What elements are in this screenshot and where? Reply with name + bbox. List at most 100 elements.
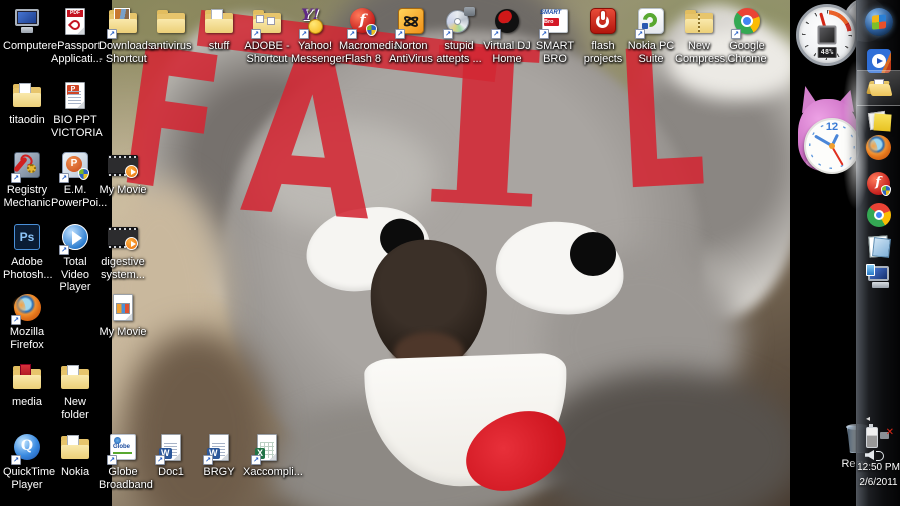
shortcut-arrow-icon: ↗ — [11, 315, 21, 325]
desktop-icon-bio-ppt-victoria[interactable]: P BIO PPT VICTORIA — [51, 80, 103, 139]
shortcut-arrow-icon: ↗ — [203, 455, 213, 465]
desktop-icon-media[interactable]: media — [3, 362, 51, 409]
shortcut-arrow-icon: ↗ — [251, 29, 261, 39]
desktop-icon-label: ePassport Applicati... — [51, 40, 102, 65]
quicktime-icon: Q ↗ — [10, 432, 44, 465]
nokiapc-icon: ↗ — [634, 6, 668, 39]
taskbar-button-flash[interactable]: f — [865, 170, 893, 198]
computer-icon — [10, 6, 44, 38]
desktop-icon-macromedia-flash-8[interactable]: f ↗ Macromedia Flash 8 — [339, 6, 400, 65]
desktop-icon-label: Mozilla Firefox — [9, 326, 45, 351]
filmclip-icon — [106, 150, 140, 182]
photoshop-icon: Ps — [10, 222, 44, 254]
shortcut-arrow-icon: ↗ — [107, 455, 117, 465]
taskbar-button-pc-network[interactable] — [865, 262, 893, 290]
desktop-icon-smart-bro[interactable]: SMART Bro ↗ SMART BRO — [531, 6, 579, 65]
desktop-icon-mozilla-firefox[interactable]: ↗ Mozilla Firefox — [3, 292, 51, 351]
tray-clock-time[interactable]: 12:50 PM — [857, 462, 900, 473]
desktop-icon-adobe-shortcut[interactable]: ↗ ADOBE - Shortcut — [243, 6, 291, 65]
firefox-icon — [865, 134, 893, 162]
desktop-icon-xaccompli[interactable]: X ↗ Xaccompli... — [243, 432, 303, 479]
desktop-icon-digestive-system[interactable]: digestive system... — [99, 222, 147, 281]
desktop-icon-doc1[interactable]: W ↗ Doc1 — [147, 432, 195, 479]
desktop-icon-label: ADOBE - Shortcut — [244, 40, 290, 65]
taskbar-button-notepad[interactable] — [865, 232, 893, 260]
cpu-gauge-icon: 48% — [796, 4, 858, 66]
taskbar-button-windows-explorer[interactable] — [865, 74, 893, 102]
shortcut-arrow-icon: ↗ — [347, 29, 357, 39]
yahoo-icon: Y! ↗ — [298, 6, 332, 39]
desktop-icon-label: Norton AntiVirus — [389, 40, 433, 65]
desktop-icon-computer[interactable]: Computer — [3, 6, 51, 53]
folderimg-icon: ↗ — [106, 6, 140, 39]
tools-icon: ↗ — [10, 150, 44, 183]
desktop-icon-nokia-pc-suite[interactable]: ↗ Nokia PC Suite — [627, 6, 675, 65]
mmdoc-icon — [106, 292, 140, 324]
shortcut-arrow-icon: ↗ — [251, 455, 261, 465]
desktop-icon-stupid-attepts[interactable]: ↗ stupid attepts ... — [435, 6, 483, 65]
desktop-icon-stuff[interactable]: stuff — [195, 6, 243, 53]
taskbar[interactable]: f ◂ ✕ 12:50 PM 2/6/2011 — [843, 0, 900, 506]
desktop-icon-new-folder[interactable]: New folder — [51, 362, 99, 421]
desktop-icon-globe-broadband[interactable]: Globe ↗ Globe Broadband — [99, 432, 153, 491]
norton-icon: ↗ — [394, 6, 428, 39]
desktop-icon-label: My Movie — [99, 326, 147, 338]
shortcut-arrow-icon: ↗ — [491, 29, 501, 39]
desktop-icon-label: stuff — [208, 40, 230, 52]
show-hidden-icons-arrow[interactable]: ◂ — [866, 414, 870, 423]
taskbar-button-sticky-notes[interactable] — [865, 106, 893, 134]
desktop-icon-quicktime-player[interactable]: Q ↗ QuickTime Player — [3, 432, 56, 491]
desktop-icon-yahoo-messenger[interactable]: Y! ↗ Yahoo! Messenger — [291, 6, 345, 65]
cpu-usage-readout: 48% — [817, 47, 837, 58]
desktop-icon-total-video-player[interactable]: ↗ Total Video Player — [51, 222, 99, 294]
flash-icon: f — [865, 170, 893, 198]
desktop-icon-norton-antivirus[interactable]: ↗ Norton AntiVirus — [387, 6, 435, 65]
shortcut-arrow-icon: ↗ — [299, 29, 309, 39]
desktop-icon-label: New Compress... — [675, 40, 735, 65]
explorer-icon — [865, 74, 893, 102]
volume-icon[interactable] — [865, 450, 874, 460]
desktop-icon-my-movie-1[interactable]: My Movie — [99, 150, 147, 197]
filmclip-icon — [106, 222, 140, 254]
sticky-notes-icon — [865, 106, 893, 134]
folder-icon — [154, 6, 188, 38]
globecard-icon: Globe ↗ — [106, 432, 140, 465]
desktop-icon-registry-mechanic[interactable]: ↗ Registry Mechanic — [3, 150, 51, 209]
tvp-icon: ↗ — [58, 222, 92, 255]
battery-icon[interactable] — [866, 424, 878, 448]
desktop-icon-antivirus[interactable]: antivirus — [147, 6, 195, 53]
shortcut-arrow-icon: ↗ — [635, 29, 645, 39]
desktop-icon-brgy[interactable]: W ↗ BRGY — [195, 432, 243, 479]
desktop-icon-label: Virtual DJ Home — [483, 40, 531, 65]
desktop-icon-nokia[interactable]: Nokia — [51, 432, 99, 479]
taskbar-button-firefox[interactable] — [865, 134, 893, 162]
taskbar-button-chrome[interactable] — [865, 201, 893, 229]
desktop-icon-downloads-shortcut[interactable]: ↗ Downloads - Shortcut — [99, 6, 153, 65]
desktop-icon-label: Xaccompli... — [243, 466, 303, 478]
desktop-icon-label: QuickTime Player — [3, 466, 56, 491]
desktop-icon-epassport[interactable]: PDF ePassport Applicati... — [51, 6, 102, 65]
network-disconnected-icon[interactable]: ✕ — [880, 428, 894, 441]
desktop-icon-titaodin[interactable]: titaodin — [3, 80, 51, 127]
taskbar-button-start[interactable] — [864, 8, 893, 36]
tray-clock-date[interactable]: 2/6/2011 — [857, 477, 900, 488]
desktop-icon-my-movie-2[interactable]: My Movie — [99, 292, 147, 339]
desktop-icon-label: antivirus — [150, 40, 192, 52]
desktop-icon-flash-projects[interactable]: flash projects — [579, 6, 627, 65]
desktop-icon-virtual-dj-home[interactable]: ↗ Virtual DJ Home — [483, 6, 531, 65]
shortcut-arrow-icon: ↗ — [731, 29, 741, 39]
desktop-icon-label: Adobe Photosh... — [3, 256, 53, 281]
desktop-icon-adobe-photoshop[interactable]: Ps Adobe Photosh... — [3, 222, 53, 281]
desktop-icon-label: flash projects — [583, 40, 623, 65]
shortcut-arrow-icon: ↗ — [395, 29, 405, 39]
folderdoc-icon — [58, 432, 92, 464]
desktop-icon-new-compressed[interactable]: New Compress... — [675, 6, 735, 65]
desktop-icon-google-chrome[interactable]: ↗ Google Chrome — [723, 6, 771, 65]
chrome-icon — [865, 201, 893, 229]
shortcut-arrow-icon: ↗ — [59, 245, 69, 255]
flash8-icon: f ↗ — [346, 6, 380, 39]
wallpaper-koala: F A I L — [112, 0, 790, 506]
volume-wave-icon — [876, 451, 884, 461]
desktop-icon-label: Google Chrome — [727, 40, 767, 65]
desktop-icon-em-powerpoint[interactable]: P ↗ E.M. PowerPoi... — [51, 150, 107, 209]
